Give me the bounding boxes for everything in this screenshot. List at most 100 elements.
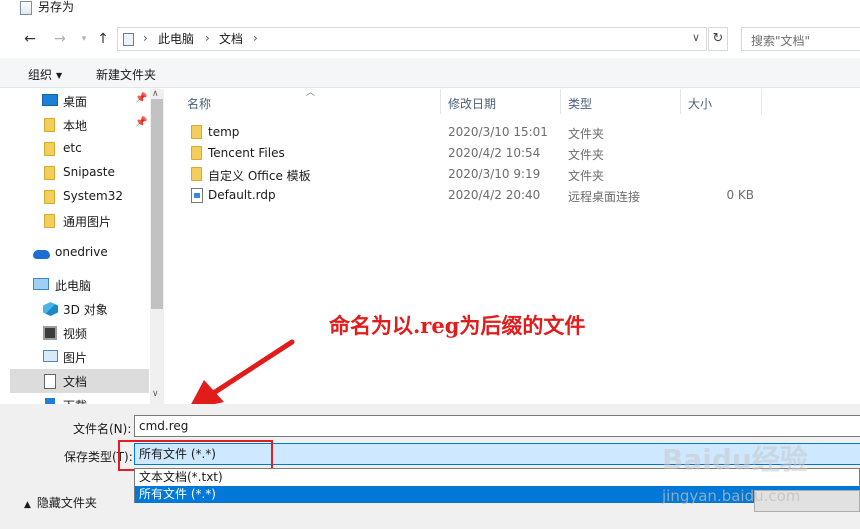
search-box[interactable]: 搜索"文档" <box>741 27 860 51</box>
sidebar-item-pictures[interactable]: 图片 <box>10 345 149 369</box>
sidebar-item-label: 通用图片 <box>63 215 112 229</box>
window-title: 另存为 <box>38 0 75 14</box>
sidebar-item-etc[interactable]: etc <box>10 137 149 161</box>
filename-label: 文件名(N): <box>73 422 132 436</box>
folder-icon <box>191 167 202 181</box>
organize-label: 组织 <box>28 68 53 82</box>
file-date: 2020/3/10 9:19 <box>448 167 541 181</box>
folder-icon <box>44 118 55 132</box>
sidebar-item-label: etc <box>63 141 82 155</box>
file-name: Default.rdp <box>208 188 276 202</box>
file-date: 2020/4/2 10:54 <box>448 146 541 160</box>
onedrive-icon <box>33 250 50 259</box>
file-row[interactable]: 自定义 Office 模板 2020/3/10 9:19 文件夹 <box>174 164 860 185</box>
sidebar-item-snipaste[interactable]: Snipaste <box>10 161 149 185</box>
sidebar-item-label: System32 <box>63 189 124 203</box>
documents-icon <box>44 374 56 389</box>
sidebar-item-onedrive[interactable]: onedrive <box>10 241 149 265</box>
sidebar-item-label: 下载 <box>63 397 87 404</box>
column-divider[interactable] <box>440 89 441 114</box>
sidebar-item-common-pictures[interactable]: 通用图片 <box>10 209 149 233</box>
folder-icon <box>44 190 55 204</box>
new-folder-button[interactable]: 新建文件夹 <box>96 66 156 83</box>
navigation-pane: 桌面 📌 本地 📌 etc Snipaste System32 通用图片 one… <box>10 89 164 404</box>
file-size: 0 KB <box>726 188 754 202</box>
annotation-highlight-box <box>118 440 273 471</box>
address-bar[interactable]: › 此电脑 › 文档 › ∨ <box>117 27 707 51</box>
column-header-date[interactable]: 修改日期 <box>448 95 496 112</box>
file-date: 2020/4/2 20:40 <box>448 188 541 202</box>
hide-folders-button[interactable]: ▲ 隐藏文件夹 <box>24 494 97 511</box>
chevron-right-icon[interactable]: › <box>253 31 258 45</box>
pin-icon[interactable]: 📌 <box>135 117 147 128</box>
sidebar-item-label: 桌面 <box>63 95 88 109</box>
folder-icon <box>44 166 55 180</box>
sidebar-item-this-pc[interactable]: 此电脑 <box>10 273 149 297</box>
file-type: 文件夹 <box>568 148 605 162</box>
annotation-text: 命名为以.reg为后缀的文件 <box>329 313 586 338</box>
file-name: 自定义 Office 模板 <box>208 169 311 183</box>
rdp-file-icon <box>191 188 203 203</box>
refresh-button[interactable]: ↻ <box>708 27 728 51</box>
organize-button[interactable]: 组织 ▼ <box>28 66 62 83</box>
hide-folders-label: 隐藏文件夹 <box>36 496 97 510</box>
file-type: 文件夹 <box>568 127 605 141</box>
sidebar-item-label: 本地 <box>63 119 88 133</box>
navigation-bar: ← → ▾ ↑ › 此电脑 › 文档 › ∨ ↻ 搜索"文档" <box>0 20 860 58</box>
column-header-type[interactable]: 类型 <box>568 95 592 112</box>
sidebar-item-system32[interactable]: System32 <box>10 185 149 209</box>
column-header-name[interactable]: 名称 <box>187 95 211 112</box>
chevron-down-icon[interactable]: ∨ <box>692 31 700 44</box>
recent-locations-icon[interactable]: ▾ <box>75 30 93 48</box>
folder-icon <box>44 142 55 156</box>
command-toolbar: 组织 ▼ 新建文件夹 <box>0 58 860 88</box>
file-name: temp <box>208 125 240 139</box>
sidebar-item-local[interactable]: 本地 📌 <box>10 113 149 137</box>
sidebar-item-label: 此电脑 <box>55 279 92 293</box>
back-arrow-icon[interactable]: ← <box>21 30 39 48</box>
file-type: 远程桌面连接 <box>568 190 641 204</box>
title-bar: 另存为 <box>0 0 860 20</box>
column-divider[interactable] <box>761 89 762 114</box>
file-row[interactable]: Tencent Files 2020/4/2 10:54 文件夹 <box>174 143 860 164</box>
sort-ascending-icon: ︿ <box>306 88 316 98</box>
baidu-watermark-logo: Baidu经验 <box>662 443 808 476</box>
sidebar-scrollbar[interactable]: ∧ ∨ <box>150 89 164 404</box>
sidebar-item-label: Snipaste <box>63 165 115 179</box>
chevron-down-icon[interactable]: ∨ <box>152 389 159 399</box>
chevron-up-icon: ▲ <box>24 500 31 510</box>
file-row[interactable]: Default.rdp 2020/4/2 20:40 远程桌面连接 0 KB <box>174 185 860 206</box>
3d-objects-icon <box>43 302 58 316</box>
chevron-right-icon[interactable]: › <box>205 31 210 45</box>
sidebar-item-label: 文档 <box>63 375 88 389</box>
chevron-down-icon: ▼ <box>56 71 63 80</box>
search-input[interactable]: 搜索"文档" <box>751 32 810 49</box>
breadcrumb-documents[interactable]: 文档 <box>219 32 243 46</box>
save-dialog-icon <box>20 1 32 15</box>
video-icon <box>43 326 57 340</box>
breadcrumb-this-pc[interactable]: 此电脑 <box>158 32 194 46</box>
filename-input[interactable]: cmd.reg <box>134 415 860 437</box>
scrollbar-thumb[interactable] <box>151 99 163 309</box>
forward-arrow-icon[interactable]: → <box>51 30 69 48</box>
file-row[interactable]: temp 2020/3/10 15:01 文件夹 <box>174 122 860 143</box>
pin-icon[interactable]: 📌 <box>135 93 147 104</box>
column-header-size[interactable]: 大小 <box>688 95 712 112</box>
chevron-right-icon[interactable]: › <box>143 31 148 45</box>
sidebar-item-3d-objects[interactable]: 3D 对象 <box>10 297 149 321</box>
sidebar-item-label: 3D 对象 <box>63 303 108 317</box>
column-divider[interactable] <box>680 89 681 114</box>
folder-icon <box>44 214 55 228</box>
sidebar-item-desktop[interactable]: 桌面 📌 <box>10 89 149 113</box>
folder-icon <box>191 146 202 160</box>
up-arrow-icon[interactable]: ↑ <box>94 30 112 48</box>
documents-location-icon <box>123 33 134 46</box>
file-type: 文件夹 <box>568 169 605 183</box>
sidebar-item-documents[interactable]: 文档 <box>10 369 149 393</box>
chevron-up-icon[interactable]: ∧ <box>152 89 159 99</box>
sidebar-item-downloads[interactable]: 下载 <box>10 393 149 404</box>
sidebar-item-videos[interactable]: 视频 <box>10 321 149 345</box>
computer-icon <box>33 278 49 290</box>
column-divider[interactable] <box>560 89 561 114</box>
sidebar-item-label: onedrive <box>55 245 108 259</box>
